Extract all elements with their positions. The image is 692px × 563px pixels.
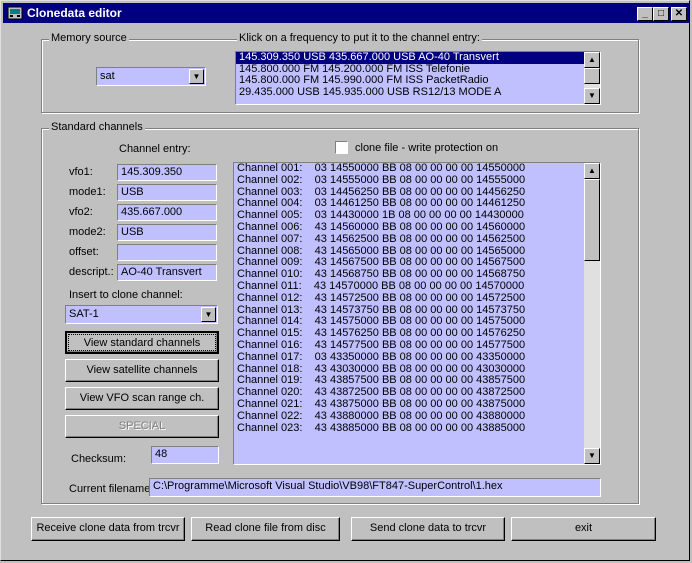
read-clone-file-button[interactable]: Read clone file from disc [191, 517, 340, 541]
maximize-icon: □ [657, 8, 665, 19]
channel-list-item[interactable]: Channel 016: 43 14577500 BB 08 00 00 00 … [234, 339, 600, 352]
app-icon [7, 6, 23, 20]
descript-field[interactable]: AO-40 Transvert [117, 264, 217, 281]
scroll-down-icon[interactable]: ▼ [584, 88, 600, 104]
minimize-icon: _ [642, 8, 648, 19]
close-icon: ✕ [674, 8, 684, 19]
vfo1-label: vfo1: [69, 166, 93, 178]
clone-write-protect-label: clone file - write protection on [355, 142, 499, 154]
frequency-list-item[interactable]: 29.435.000 USB 145.935.000 USB RS12/13 M… [236, 86, 600, 99]
scroll-up-icon[interactable]: ▲ [584, 52, 600, 68]
descript-label: descript.: [69, 266, 114, 278]
receive-clone-data-button[interactable]: Receive clone data from trcvr [31, 517, 185, 541]
special-button[interactable]: SPECIAL [65, 415, 219, 438]
clone-write-protect-checkbox[interactable] [335, 141, 348, 154]
title-bar[interactable]: Clonedata editor _ □ ✕ [3, 3, 689, 23]
window-title: Clonedata editor [27, 6, 122, 20]
offset-field[interactable] [117, 244, 217, 261]
current-filename-field[interactable]: C:\Programme\Microsoft Visual Studio\VB9… [149, 478, 601, 497]
view-satellite-channels-button[interactable]: View satellite channels [65, 359, 219, 382]
channel-list-item[interactable]: Channel 022: 43 43880000 BB 08 00 00 00 … [234, 410, 600, 423]
chevron-down-icon[interactable]: ▼ [201, 307, 216, 322]
mode1-field[interactable]: USB [117, 184, 217, 201]
channel-list-item[interactable]: Channel 002: 03 14555000 BB 08 00 00 00 … [234, 174, 600, 187]
channel-list-item[interactable]: Channel 023: 43 43885000 BB 08 00 00 00 … [234, 422, 600, 435]
frequency-list-item[interactable]: 145.309.350 USB 435.667.000 USB AO-40 Tr… [236, 52, 600, 64]
vfo1-field[interactable]: 145.309.350 [117, 164, 217, 181]
scroll-thumb[interactable] [584, 179, 600, 261]
frequency-list-scrollbar[interactable]: ▲ ▼ [584, 52, 600, 104]
channel-list-item[interactable]: Channel 017: 03 43350000 BB 08 00 00 00 … [234, 351, 600, 364]
vfo2-field[interactable]: 435.667.000 [117, 204, 217, 221]
minimize-button[interactable]: _ [637, 7, 653, 21]
mode1-label: mode1: [69, 186, 106, 198]
chevron-down-icon[interactable]: ▼ [189, 69, 204, 84]
insert-clone-channel-value: SAT-1 [69, 308, 99, 320]
view-standard-channels-button[interactable]: View standard channels [65, 331, 219, 354]
vfo2-label: vfo2: [69, 206, 93, 218]
checksum-label: Checksum: [71, 453, 127, 465]
frequency-hint-label: Klick on a frequency to put it to the ch… [237, 32, 482, 44]
channel-entry-label: Channel entry: [119, 143, 191, 155]
memory-source-select[interactable]: sat ▼ [96, 67, 206, 86]
scroll-up-icon[interactable]: ▲ [584, 163, 600, 179]
channel-rows: Channel 001: 03 14550000 BB 08 00 00 00 … [234, 163, 600, 434]
memory-source-label: Memory source [49, 32, 129, 44]
current-filename-label: Current filename: [69, 483, 154, 495]
channel-list-item[interactable]: Channel 007: 43 14562500 BB 08 00 00 00 … [234, 233, 600, 246]
send-clone-data-button[interactable]: Send clone data to trcvr [351, 517, 505, 541]
channel-list[interactable]: Channel 001: 03 14550000 BB 08 00 00 00 … [233, 162, 601, 465]
memory-source-value: sat [100, 70, 115, 82]
insert-clone-channel-label: Insert to clone channel: [69, 289, 183, 301]
standard-channels-label: Standard channels [49, 121, 145, 133]
exit-button[interactable]: exit [511, 517, 656, 541]
clonedata-editor-window: Clonedata editor _ □ ✕ Memory source Kli… [0, 0, 690, 561]
channel-list-item[interactable]: Channel 012: 43 14572500 BB 08 00 00 00 … [234, 292, 600, 305]
channel-list-scrollbar[interactable]: ▲ ▼ [584, 163, 600, 464]
channel-list-item[interactable]: Channel 011: 43 14570000 BB 08 00 00 00 … [234, 280, 600, 293]
channel-list-item[interactable]: Channel 006: 43 14560000 BB 08 00 00 00 … [234, 221, 600, 234]
scroll-down-icon[interactable]: ▼ [584, 448, 600, 464]
close-button[interactable]: ✕ [671, 7, 687, 21]
channel-list-item[interactable]: Channel 021: 43 43875000 BB 08 00 00 00 … [234, 398, 600, 411]
insert-clone-channel-select[interactable]: SAT-1 ▼ [65, 305, 218, 324]
maximize-button[interactable]: □ [653, 7, 669, 21]
view-vfo-scan-range-button[interactable]: View VFO scan range ch. [65, 387, 219, 410]
mode2-field[interactable]: USB [117, 224, 217, 241]
mode2-label: mode2: [69, 226, 106, 238]
frequency-list[interactable]: 145.309.350 USB 435.667.000 USB AO-40 Tr… [235, 51, 601, 105]
checksum-field[interactable]: 48 [151, 446, 219, 464]
offset-label: offset: [69, 246, 99, 258]
scroll-thumb[interactable] [584, 68, 600, 84]
